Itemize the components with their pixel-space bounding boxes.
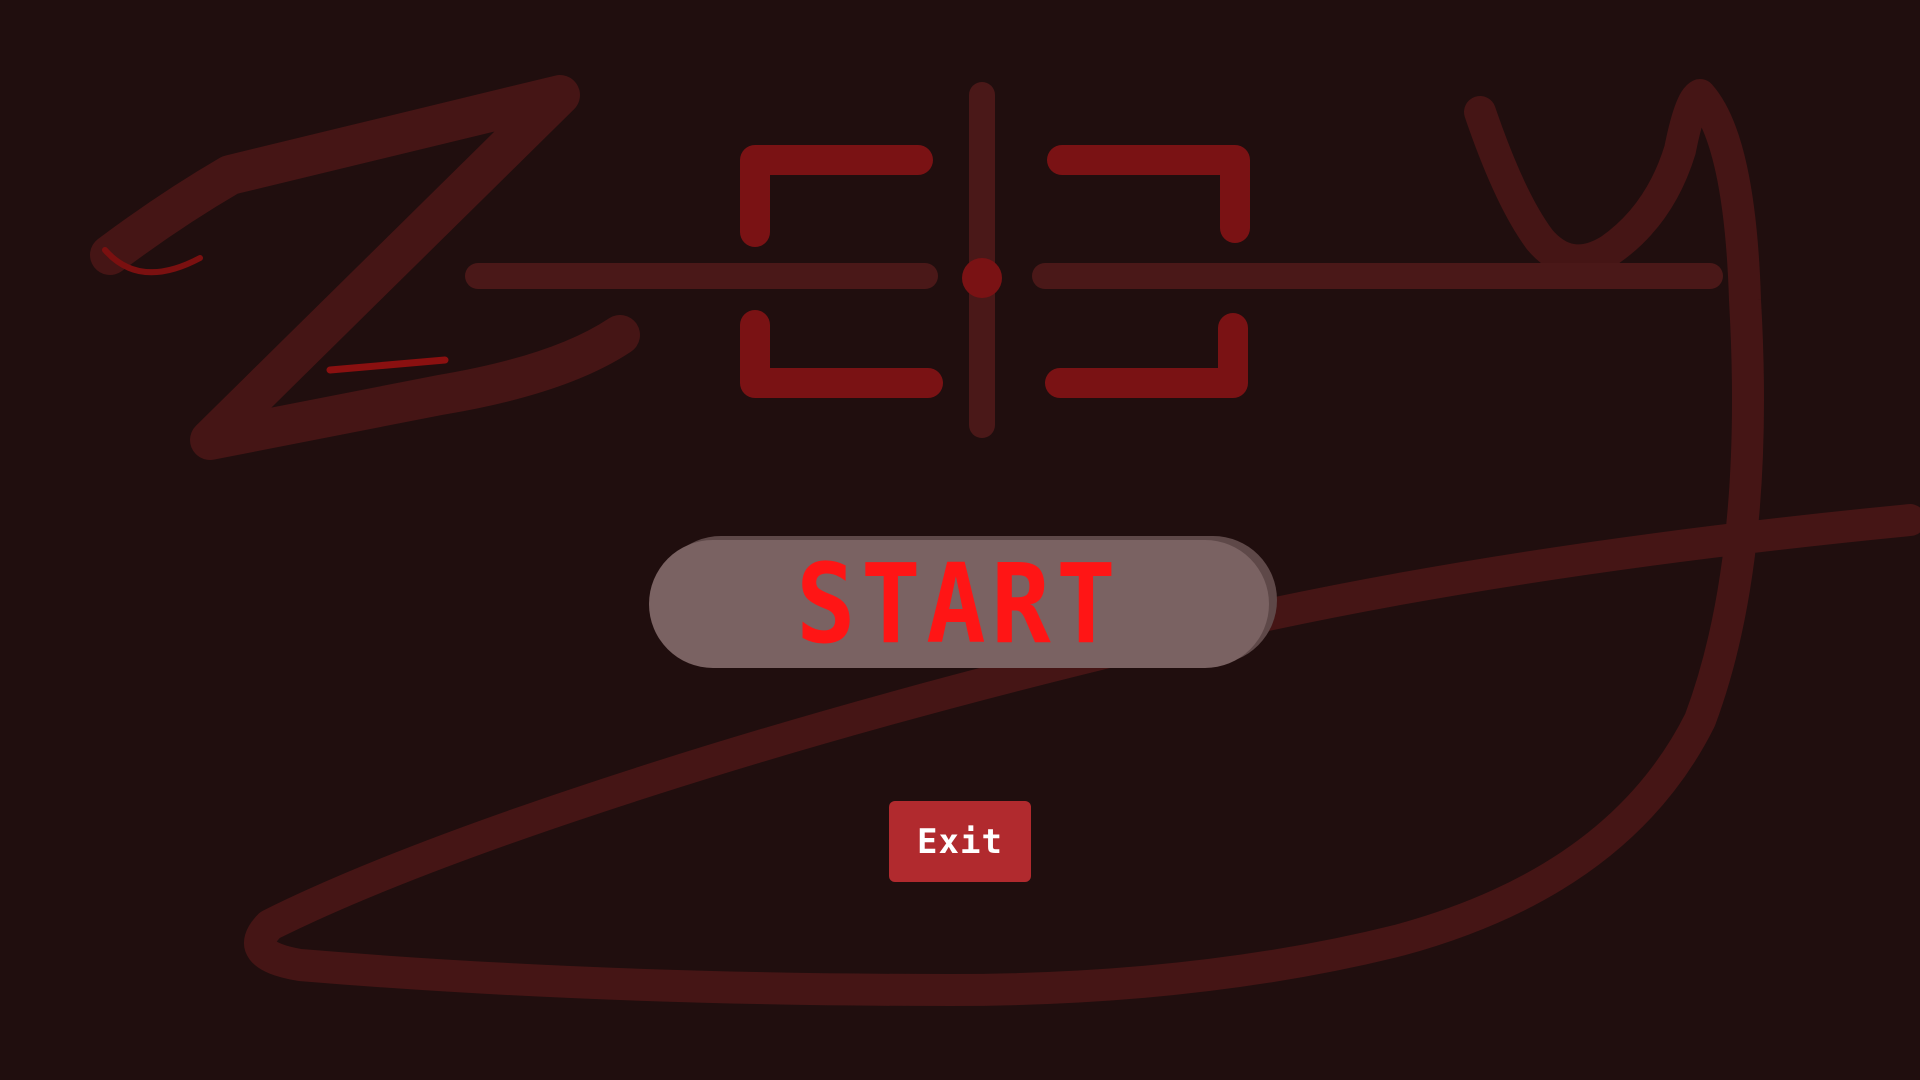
exit-button[interactable]: Exit	[889, 801, 1031, 882]
crosshair-icon	[465, 82, 1723, 438]
start-button-label: START	[796, 540, 1122, 668]
main-menu-screen: START Exit	[0, 0, 1920, 1080]
exit-button-label: Exit	[917, 821, 1003, 862]
start-button[interactable]: START	[649, 540, 1269, 668]
